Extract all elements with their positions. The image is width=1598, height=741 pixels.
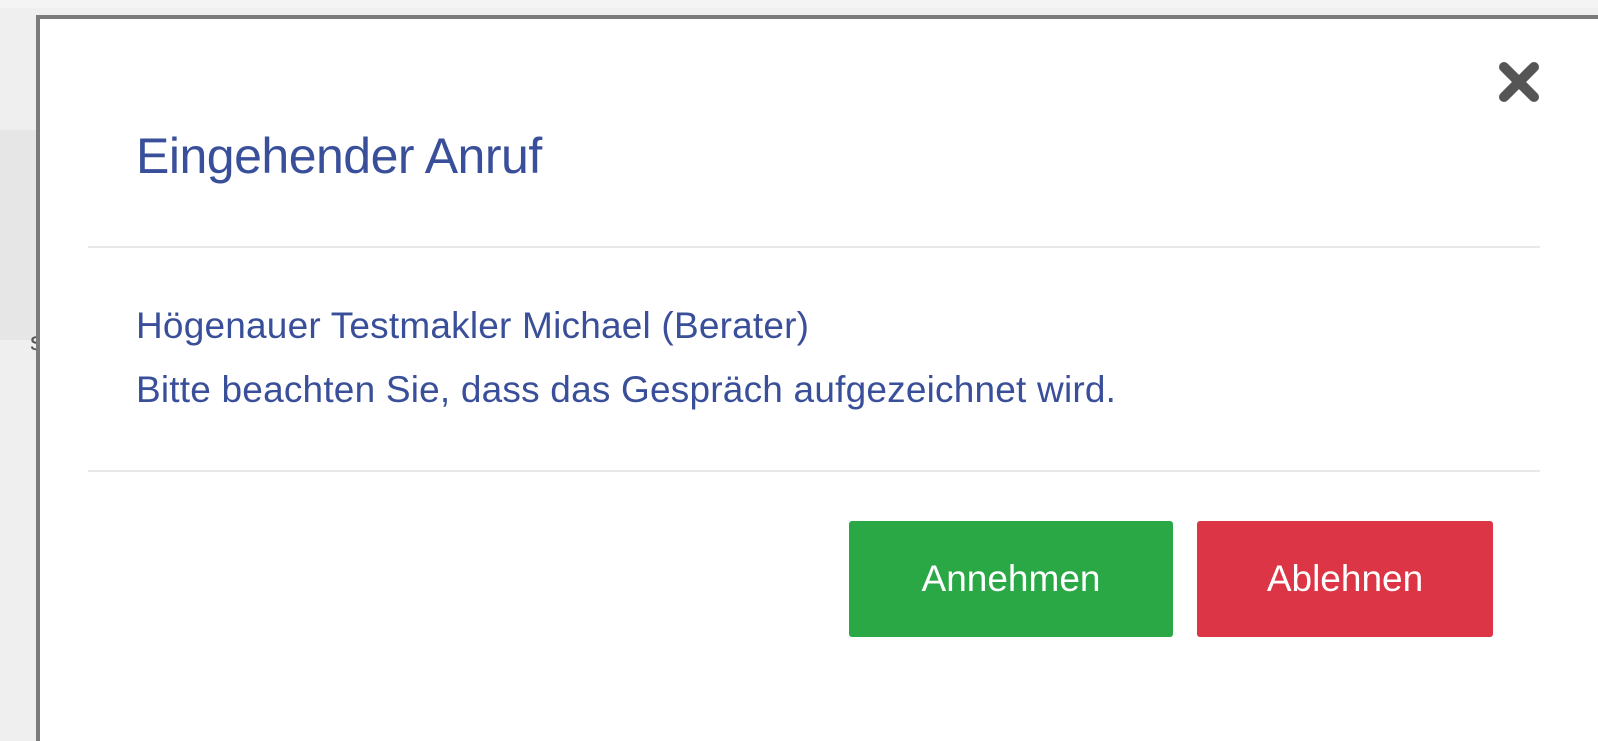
close-icon (1499, 62, 1539, 102)
footer-divider (88, 470, 1540, 472)
close-button[interactable] (1494, 57, 1544, 107)
accept-call-button[interactable]: Annehmen (849, 521, 1173, 637)
background-page-edge: s (0, 130, 40, 356)
dialog-title: Eingehender Anruf (136, 128, 542, 184)
header-divider (88, 246, 1540, 248)
backdrop-top-strip (0, 0, 1598, 8)
recording-notice: Bitte beachten Sie, dass das Gespräch au… (136, 369, 1117, 410)
incoming-call-dialog: Eingehender Anruf Högenauer Testmakler M… (36, 15, 1598, 741)
caller-name: Högenauer Testmakler Michael (Berater) (136, 305, 810, 346)
decline-call-button[interactable]: Ablehnen (1197, 521, 1493, 637)
